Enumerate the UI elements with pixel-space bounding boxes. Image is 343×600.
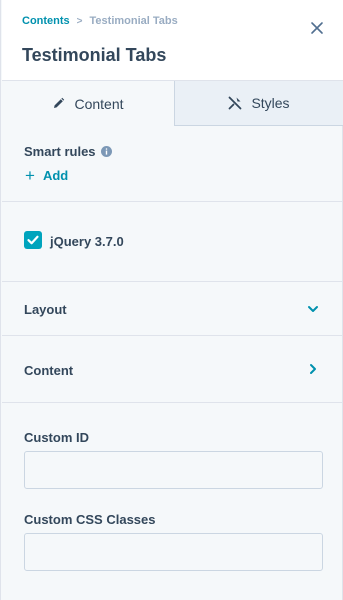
smart-rules-label: Smart rules	[24, 144, 96, 159]
panel-header: Contents > Testimonial Tabs Testimonial …	[2, 0, 343, 81]
pencil-icon	[52, 97, 65, 110]
layout-section-label: Layout	[24, 302, 67, 317]
jquery-label: jQuery 3.7.0	[50, 234, 124, 249]
breadcrumb: Contents > Testimonial Tabs	[22, 15, 178, 27]
page-title: Testimonial Tabs	[22, 45, 167, 65]
brush-icon	[228, 96, 242, 110]
custom-css-input[interactable]	[24, 533, 323, 571]
close-icon	[311, 22, 323, 34]
tab-styles-label: Styles	[251, 95, 290, 111]
content-section-label: Content	[24, 363, 74, 378]
add-label: Add	[42, 168, 69, 183]
custom-id-input[interactable]	[24, 451, 323, 489]
tab-content[interactable]: Content	[2, 81, 175, 126]
custom-css-label: Custom CSS Classes	[24, 512, 156, 527]
checkmark-icon	[27, 235, 39, 245]
info-icon[interactable]	[100, 146, 112, 157]
content-section-toggle[interactable]: Content	[2, 336, 343, 403]
tab-styles[interactable]: Styles	[175, 81, 343, 126]
smart-rules-heading: Smart rules	[24, 144, 112, 159]
tab-content-label: Content	[74, 95, 124, 112]
advanced-fields: Custom ID Custom CSS Classes	[2, 403, 343, 600]
breadcrumb-current: Testimonial Tabs	[89, 15, 178, 27]
layout-section-toggle[interactable]: Layout	[2, 282, 343, 336]
jquery-checkbox[interactable]	[24, 231, 42, 249]
close-button[interactable]	[308, 19, 326, 37]
editor-tabs: Content Styles	[2, 81, 343, 126]
add-smart-rule-button[interactable]: + Add	[25, 167, 68, 184]
custom-id-label: Custom ID	[24, 430, 89, 445]
chevron-right-icon	[306, 362, 320, 376]
jquery-section: jQuery 3.7.0	[2, 202, 343, 282]
breadcrumb-contents-link[interactable]: Contents	[22, 15, 70, 27]
chevron-down-icon	[306, 302, 320, 316]
module-editor-panel: Contents > Testimonial Tabs Testimonial …	[0, 0, 343, 600]
plus-icon: +	[25, 166, 35, 185]
breadcrumb-separator: >	[76, 15, 83, 27]
smart-rules-section: Smart rules + Add	[2, 126, 343, 202]
